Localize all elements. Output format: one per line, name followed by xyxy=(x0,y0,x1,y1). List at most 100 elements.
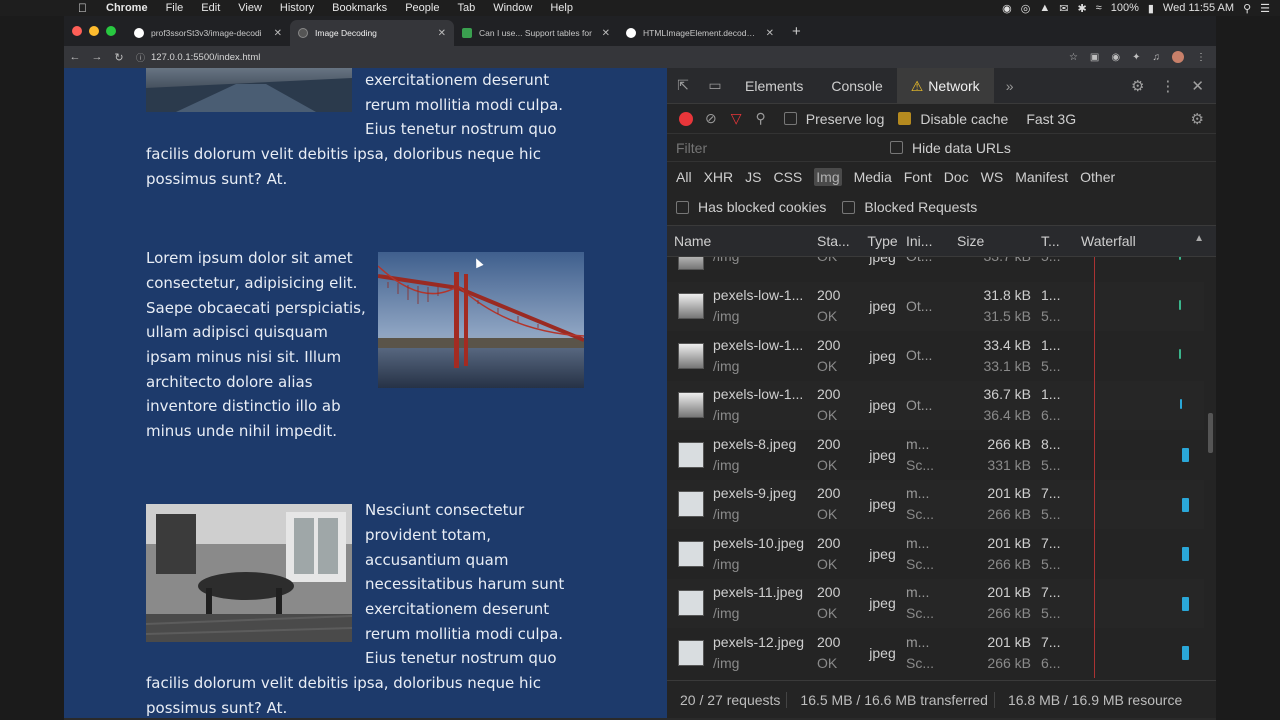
kebab-menu-icon[interactable]: ⋮ xyxy=(1196,52,1206,63)
initiator-cell[interactable]: Ot... xyxy=(906,395,951,416)
table-row[interactable]: pexels-11.jpeg/img 200 OK jpeg m... Sc... 201 … xyxy=(667,578,1204,628)
table-row[interactable]: pexels-low-1... /img 200 OK jpeg Ot... 31.8 kB… xyxy=(667,281,1204,331)
new-tab-button[interactable]: + xyxy=(782,23,811,46)
filter-manifest[interactable]: Manifest xyxy=(1015,169,1068,185)
initiator-cell[interactable]: m... Sc... xyxy=(906,533,951,575)
table-row[interactable]: pexels-low-1... /img 200 OK jpeg Ot... 33.4 kB… xyxy=(667,331,1204,381)
column-initiator[interactable]: Ini... xyxy=(906,233,951,249)
filter-css[interactable]: CSS xyxy=(773,169,802,185)
table-row[interactable]: pexels-8.jpeg/img 200 OK jpeg m... Sc... 266 k… xyxy=(667,430,1204,480)
bookmark-star-icon[interactable]: ☆ xyxy=(1069,52,1078,63)
settings-gear-icon[interactable]: ⚙ xyxy=(1131,77,1144,95)
menu-tab[interactable]: Tab xyxy=(448,2,484,14)
tab-console[interactable]: Console xyxy=(817,68,896,104)
tab-network[interactable]: ⚠ Network xyxy=(896,67,994,104)
url-text[interactable]: 127.0.0.1:5500/index.html xyxy=(151,52,260,63)
request-name-cell[interactable]: pexels-10.jpeg/img xyxy=(713,533,817,575)
browser-tab-image-decoding[interactable]: Image Decoding ✕ xyxy=(290,20,454,46)
table-row[interactable]: pexels-9.jpeg/img 200 OK jpeg m... Sc... 201 k… xyxy=(667,479,1204,529)
close-devtools-icon[interactable]: ✕ xyxy=(1191,77,1204,95)
kebab-menu-icon[interactable]: ⋮ xyxy=(1160,77,1175,95)
extension-icon[interactable]: ◎ xyxy=(1021,2,1031,15)
menu-help[interactable]: Help xyxy=(541,2,582,14)
filter-funnel-icon[interactable]: ▽ xyxy=(731,110,742,127)
table-row[interactable]: /imgOKjpegOt...33.7 kB 5... xyxy=(667,257,1204,282)
table-row[interactable]: pexels-low-1... /img 200 OK jpeg Ot... 36.7 kB… xyxy=(667,380,1204,430)
filter-font[interactable]: Font xyxy=(904,169,932,185)
table-row[interactable]: pexels-10.jpeg/img 200 OK jpeg m... Sc... 201 … xyxy=(667,529,1204,579)
clear-icon[interactable]: ⊘ xyxy=(705,110,717,127)
request-name-cell[interactable]: pexels-11.jpeg/img xyxy=(713,582,817,624)
throttling-select[interactable]: Fast 3G xyxy=(1026,111,1076,127)
menu-people[interactable]: People xyxy=(396,2,448,14)
menu-bookmarks[interactable]: Bookmarks xyxy=(323,2,396,14)
request-name-cell[interactable]: pexels-low-1... /img xyxy=(713,285,817,327)
request-name-cell[interactable]: pexels-low-1... /img xyxy=(713,384,817,426)
wifi-icon[interactable]: ≈ xyxy=(1096,2,1102,14)
tab-elements[interactable]: Elements xyxy=(731,68,817,104)
close-tab-icon[interactable]: ✕ xyxy=(766,28,774,39)
request-name-cell[interactable]: pexels-9.jpeg/img xyxy=(713,483,817,525)
mail-icon[interactable]: ✉ xyxy=(1059,2,1068,15)
back-icon[interactable]: ← xyxy=(64,51,86,63)
filter-img[interactable]: Img xyxy=(814,168,842,186)
battery-percent[interactable]: 100% xyxy=(1111,2,1139,14)
puzzle-icon[interactable]: ✦ xyxy=(1132,52,1140,63)
request-name-cell[interactable]: /img xyxy=(713,257,817,267)
request-name-cell[interactable]: pexels-8.jpeg/img xyxy=(713,434,817,476)
preserve-log-checkbox[interactable] xyxy=(783,112,797,125)
column-status[interactable]: Sta... xyxy=(817,233,859,249)
disable-cache-checkbox[interactable] xyxy=(898,112,912,125)
filter-doc[interactable]: Doc xyxy=(944,169,969,185)
device-toolbar-icon[interactable]: ▭ xyxy=(699,77,731,94)
menu-view[interactable]: View xyxy=(229,2,271,14)
network-request-list[interactable]: /imgOKjpegOt...33.7 kB5...pexels-low-1..… xyxy=(667,257,1204,678)
close-tab-icon[interactable]: ✕ xyxy=(274,28,282,39)
has-blocked-cookies-checkbox[interactable] xyxy=(676,200,689,214)
filter-input[interactable] xyxy=(676,139,876,156)
zoom-window-button[interactable] xyxy=(106,26,116,36)
bluetooth-icon[interactable]: ✱ xyxy=(1077,2,1086,15)
browser-tab-caniuse[interactable]: Can I use... Support tables for ✕ xyxy=(454,20,618,46)
column-name[interactable]: Name xyxy=(667,233,817,249)
table-row[interactable]: pexels-12.jpeg/img 200 OK jpeg m... Sc... 201 … xyxy=(667,628,1204,678)
shield-icon[interactable]: ▲ xyxy=(1039,2,1050,14)
close-window-button[interactable] xyxy=(72,26,82,36)
filter-xhr[interactable]: XHR xyxy=(704,169,734,185)
inspect-element-icon[interactable]: ⇱ xyxy=(667,77,699,94)
more-tabs-icon[interactable]: » xyxy=(994,78,1026,94)
search-icon[interactable]: ⚲ xyxy=(756,110,766,127)
initiator-cell[interactable]: Ot... xyxy=(906,296,951,317)
control-center-icon[interactable]: ☰ xyxy=(1260,2,1270,15)
request-list-scrollbar[interactable] xyxy=(1208,413,1213,453)
record-button[interactable] xyxy=(679,111,693,126)
close-tab-icon[interactable]: ✕ xyxy=(438,28,446,39)
hide-data-urls-checkbox[interactable] xyxy=(890,141,903,154)
filter-js[interactable]: JS xyxy=(745,169,761,185)
initiator-cell[interactable]: Ot... xyxy=(906,257,951,267)
column-type[interactable]: Type xyxy=(859,233,906,249)
initiator-cell[interactable]: m... Sc... xyxy=(906,582,951,624)
site-info-icon[interactable]: ⓘ xyxy=(136,51,145,64)
minimize-window-button[interactable] xyxy=(89,26,99,36)
battery-icon[interactable]: ▮ xyxy=(1148,2,1154,15)
close-tab-icon[interactable]: ✕ xyxy=(602,28,610,39)
browser-tab-mdn[interactable]: HTMLImageElement.decode() - ✕ xyxy=(618,20,782,46)
network-settings-icon[interactable]: ⚙ xyxy=(1191,110,1204,128)
forward-icon[interactable]: → xyxy=(86,51,108,63)
column-time[interactable]: T... xyxy=(1041,233,1075,249)
address-bar[interactable]: ⓘ 127.0.0.1:5500/index.html xyxy=(136,48,1066,66)
apple-icon[interactable]:  xyxy=(0,1,97,15)
clock[interactable]: Wed 11:55 AM xyxy=(1163,2,1234,14)
filter-all[interactable]: All xyxy=(676,169,692,185)
menu-app-name[interactable]: Chrome xyxy=(97,2,157,14)
extension-icon[interactable]: ◉ xyxy=(1111,52,1120,63)
camera-icon[interactable]: ◉ xyxy=(1002,2,1012,15)
avatar[interactable] xyxy=(1172,51,1184,63)
column-size[interactable]: Size xyxy=(951,233,1041,249)
blocked-requests-checkbox[interactable] xyxy=(842,200,856,214)
initiator-cell[interactable]: Ot... xyxy=(906,345,951,366)
initiator-cell[interactable]: m... Sc... xyxy=(906,434,951,476)
request-name-cell[interactable]: pexels-low-1... /img xyxy=(713,335,817,377)
media-icon[interactable]: ♫ xyxy=(1153,52,1161,63)
